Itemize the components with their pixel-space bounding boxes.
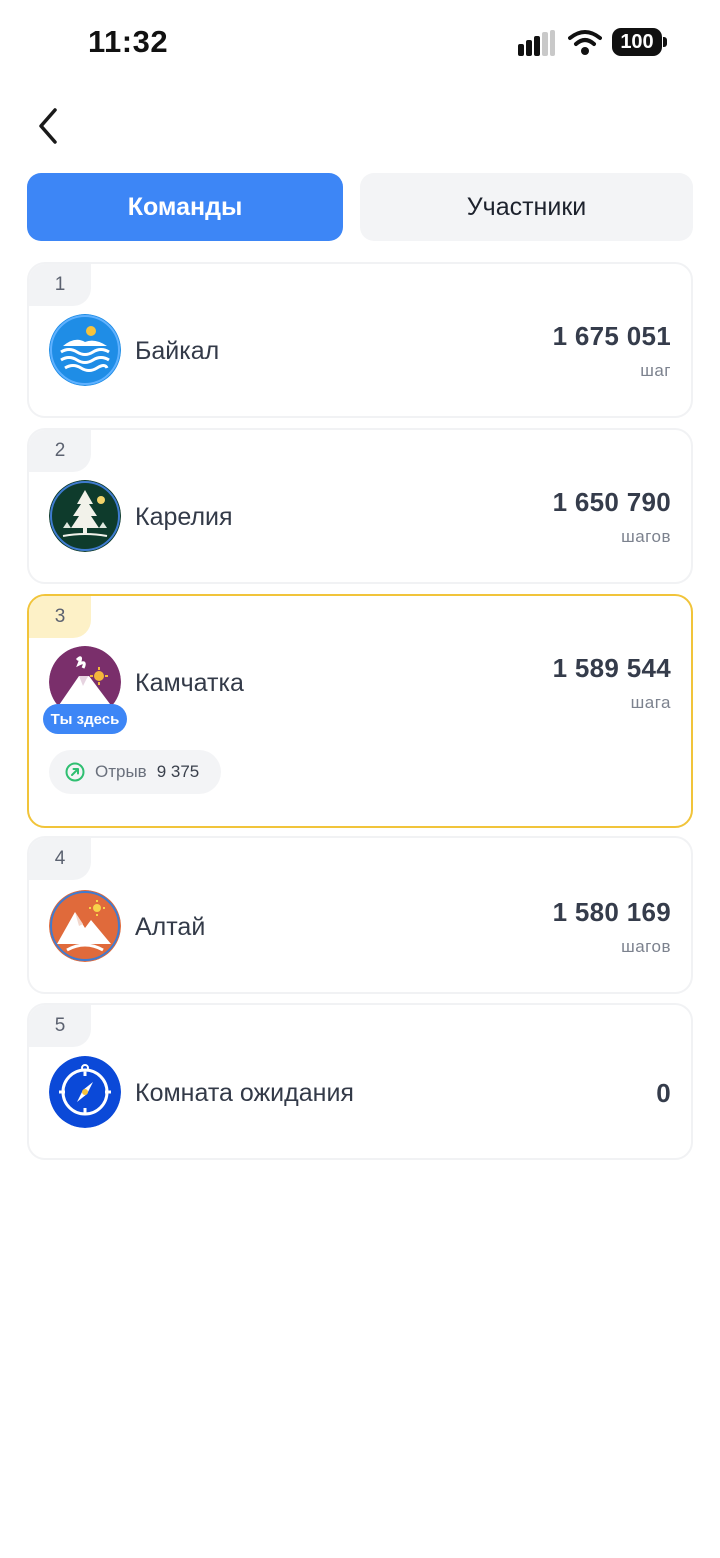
lake-icon bbox=[49, 314, 121, 386]
tab-teams[interactable]: Команды bbox=[27, 173, 343, 241]
steps-unit: шагов bbox=[621, 937, 671, 956]
team-card-karelia[interactable]: 2 Карелия 1 650 790 шагов bbox=[27, 428, 693, 584]
team-card-waiting-room[interactable]: 5 Комната ожидания 0 bbox=[27, 1003, 693, 1160]
team-name: Комната ожидания bbox=[135, 1079, 354, 1107]
steps-value: 1 650 790 bbox=[552, 487, 671, 517]
team-card-altai[interactable]: 4 Алтай 1 580 169 шагов bbox=[27, 836, 693, 994]
steps-value: 1 675 051 bbox=[552, 321, 671, 351]
status-bar: 11:32 100 bbox=[0, 0, 720, 86]
battery-icon: 100 bbox=[612, 28, 667, 56]
rank-badge: 3 bbox=[29, 596, 91, 638]
rank-badge: 1 bbox=[29, 264, 91, 306]
gap-chip: Отрыв 9 375 bbox=[49, 750, 221, 794]
cellular-signal-icon bbox=[518, 30, 555, 56]
team-name: Карелия bbox=[135, 503, 233, 531]
you-here-badge: Ты здесь bbox=[43, 704, 127, 734]
steps-unit: шаг bbox=[640, 361, 671, 380]
compass-icon bbox=[49, 1056, 121, 1128]
steps-value: 1 580 169 bbox=[552, 897, 671, 927]
steps-unit: шага bbox=[630, 693, 671, 712]
team-card-baikal[interactable]: 1 Байкал 1 675 051 шаг bbox=[27, 262, 693, 418]
battery-tip bbox=[663, 37, 667, 47]
back-button[interactable] bbox=[26, 104, 70, 148]
wifi-icon bbox=[568, 30, 602, 55]
team-name: Алтай bbox=[135, 913, 206, 941]
arrow-up-right-icon bbox=[65, 762, 85, 782]
rank-badge: 2 bbox=[29, 430, 91, 472]
steps-value: 1 589 544 bbox=[552, 653, 671, 683]
forest-icon bbox=[49, 480, 121, 552]
gap-value: 9 375 bbox=[156, 762, 200, 781]
gap-label: Отрыв bbox=[95, 762, 147, 781]
tab-members[interactable]: Участники bbox=[360, 173, 693, 241]
team-card-kamchatka[interactable]: 3 Ты здесь Камчатка 1 589 544 шага Отрыв… bbox=[27, 594, 693, 828]
rank-badge: 4 bbox=[29, 838, 91, 880]
battery-level: 100 bbox=[612, 28, 662, 56]
team-name: Байкал bbox=[135, 337, 220, 365]
steps-unit: шагов bbox=[621, 527, 671, 546]
mountains-icon bbox=[49, 890, 121, 962]
steps-value: 0 bbox=[656, 1078, 671, 1108]
rank-badge: 5 bbox=[29, 1005, 91, 1047]
team-name: Камчатка bbox=[135, 669, 244, 697]
chevron-left-icon bbox=[39, 108, 57, 144]
status-time: 11:32 bbox=[88, 24, 169, 59]
